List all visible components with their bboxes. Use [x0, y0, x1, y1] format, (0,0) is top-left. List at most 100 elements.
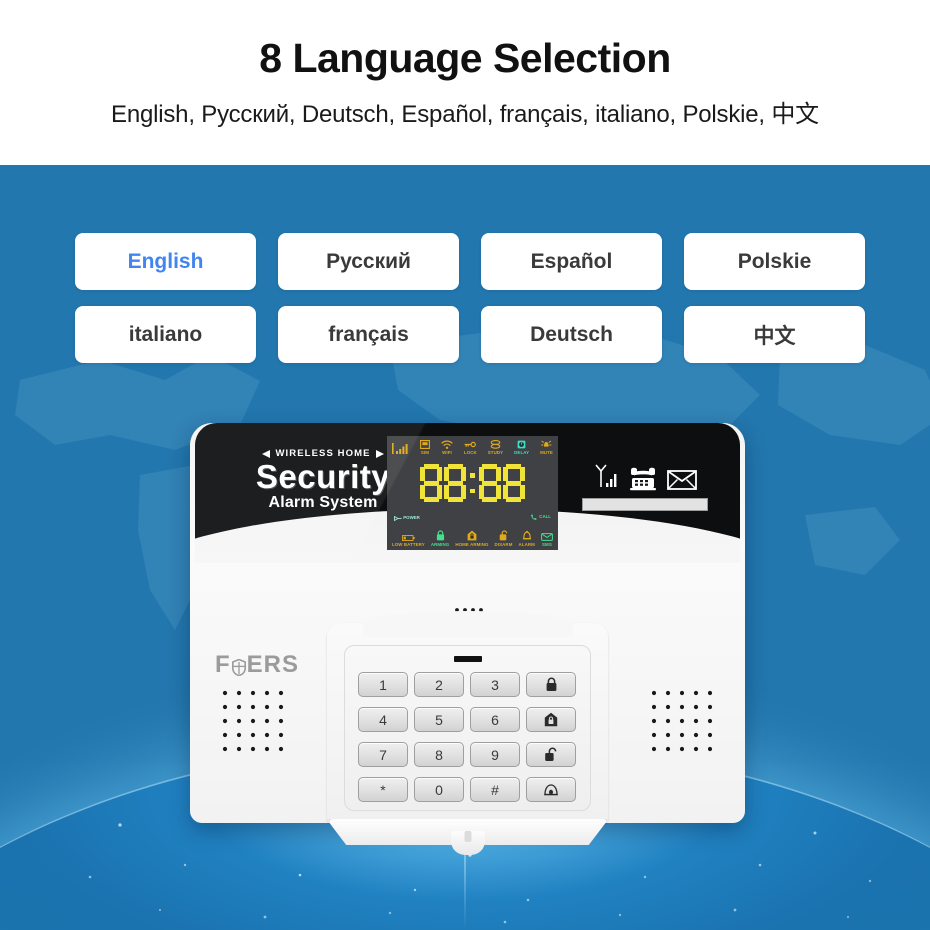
keypad-housing: 1 2 3 4 5 6 7 8 9 * 0 #: [327, 623, 608, 823]
alarm-bell-icon: [522, 530, 531, 540]
lcd-wifi-label: WIFI: [442, 450, 452, 455]
lcd-display: SIM WIFI LOCK STUDY DELAY MUTE POWER CAL…: [387, 436, 558, 550]
lcd-mute-label: MUTE: [540, 450, 553, 455]
left-arrow-icon: [262, 449, 271, 458]
lcd-home-arming-group: HOME ARMING: [455, 530, 488, 547]
status-bar-indicator: [582, 498, 708, 511]
lcd-mid-row: POWER CALL: [392, 513, 553, 522]
lcd-home-arming-label: HOME ARMING: [455, 541, 489, 547]
language-button-grid: English Русский Español Polskie italiano…: [75, 233, 865, 363]
keypad-panel: 1 2 3 4 5 6 7 8 9 * 0 #: [344, 645, 591, 811]
lock-closed-icon: [436, 530, 444, 541]
lang-button-chinese[interactable]: 中文: [684, 306, 865, 363]
lcd-power-label: POWER: [394, 515, 420, 521]
lcd-alarm-label: ALARM: [518, 541, 535, 547]
lang-button-spanish[interactable]: Español: [481, 233, 662, 290]
timer-icon: [517, 440, 526, 449]
key-7[interactable]: 7: [358, 742, 408, 767]
key-hash[interactable]: #: [470, 777, 520, 802]
phone-call-icon: [531, 514, 537, 520]
mute-bell-icon: [541, 440, 552, 447]
speaker-grille-right: [651, 690, 713, 752]
lcd-call-label: CALL: [530, 513, 551, 521]
lcd-wifi-icon-group: WIFI: [441, 440, 453, 455]
lang-button-russian[interactable]: Русский: [278, 233, 459, 290]
power-plug-icon: [394, 515, 402, 521]
page-root: 8 Language Selection English, Русский, D…: [0, 0, 930, 930]
key-0[interactable]: 0: [414, 777, 464, 802]
lcd-disarm-group: DISARM: [495, 530, 513, 547]
key-arm-away[interactable]: [526, 672, 576, 697]
bell-icon: [544, 783, 558, 795]
shield-icon: [231, 658, 246, 676]
key-arm-home[interactable]: [526, 707, 576, 732]
lang-button-french[interactable]: français: [278, 306, 459, 363]
key-9[interactable]: 9: [470, 742, 520, 767]
device-glass-panel: WIRELESS HOME Security Alarm System SIM …: [195, 423, 740, 563]
product-stage: English Русский Español Polskie italiano…: [0, 165, 930, 930]
speaker-grille-left: [222, 690, 284, 752]
envelope-icon: [667, 470, 697, 490]
key-3[interactable]: 3: [470, 672, 520, 697]
key-8[interactable]: 8: [414, 742, 464, 767]
key-5[interactable]: 5: [414, 707, 464, 732]
home-lock-icon: [544, 712, 558, 727]
lcd-low-battery-label: LOW BATTERY: [392, 541, 425, 547]
alarm-panel-device: WIRELESS HOME Security Alarm System SIM …: [190, 423, 745, 855]
lcd-arming-label: ARMING: [430, 541, 450, 547]
home-lock-icon: [467, 530, 477, 541]
lcd-sms-group: SMS: [541, 533, 553, 547]
envelope-icon: [541, 533, 553, 541]
key-2[interactable]: 2: [414, 672, 464, 697]
fuers-logo-ers: ERS: [246, 651, 300, 678]
telephone-icon: [630, 467, 656, 491]
page-subtitle: English, Русский, Deutsch, Español, fran…: [111, 100, 819, 128]
key-sos[interactable]: [526, 777, 576, 802]
lang-button-english[interactable]: English: [75, 233, 256, 290]
lcd-digit-4: [502, 464, 525, 503]
stand-neck: [450, 831, 485, 855]
lock-open-icon: [544, 747, 556, 761]
study-icon: [490, 440, 501, 449]
key-disarm[interactable]: [526, 742, 576, 767]
lcd-mute-icon-group: MUTE: [540, 440, 553, 455]
lang-button-italian[interactable]: italiano: [75, 306, 256, 363]
lcd-study-label: STUDY: [487, 450, 504, 455]
page-title: 8 Language Selection: [259, 35, 671, 82]
battery-low-icon: [401, 535, 415, 541]
wifi-icon: [441, 440, 453, 449]
lcd-delay-label: DELAY: [514, 450, 530, 455]
lock-open-icon: [499, 530, 507, 541]
lcd-sms-label: SMS: [542, 541, 552, 547]
key-4[interactable]: 4: [358, 707, 408, 732]
lcd-alarm-group: ALARM: [519, 530, 535, 547]
lcd-lock-label: LOCK: [463, 450, 477, 455]
key-1[interactable]: 1: [358, 672, 408, 697]
fuers-logo-f: F: [215, 651, 231, 678]
lcd-delay-icon-group: DELAY: [514, 440, 529, 455]
header-banner: 8 Language Selection English, Русский, D…: [0, 0, 930, 165]
key-star[interactable]: *: [358, 777, 408, 802]
lcd-study-icon-group: STUDY: [488, 440, 503, 455]
lcd-arming-group: ARMING: [431, 530, 449, 547]
keypad-keys: 1 2 3 4 5 6 7 8 9 * 0 #: [358, 672, 576, 802]
lang-button-polish[interactable]: Polskie: [684, 233, 865, 290]
device-stand: [326, 815, 609, 855]
lcd-digit-3: [478, 464, 501, 503]
key-6[interactable]: 6: [470, 707, 520, 732]
lcd-disarm-label: DISARM: [494, 541, 513, 547]
ir-receiver: [453, 656, 482, 662]
lcd-signal-bars-icon: [392, 443, 409, 455]
lock-closed-icon: [546, 677, 556, 691]
lcd-sim-label: SIM: [420, 450, 430, 455]
fuers-logo: F ERS: [215, 651, 299, 679]
signal-bars-icon: [392, 443, 408, 454]
lcd-digit-2: [444, 464, 467, 503]
key-icon: [464, 441, 477, 448]
lcd-digits: [392, 464, 553, 503]
right-arrow-icon: [375, 449, 384, 458]
lcd-sim-icon-group: SIM: [420, 440, 430, 455]
lcd-bottom-icon-row: LOW BATTERY ARMING HOME ARMING DISARM AL…: [392, 530, 553, 547]
lang-button-german[interactable]: Deutsch: [481, 306, 662, 363]
lcd-digit-1: [420, 464, 443, 503]
